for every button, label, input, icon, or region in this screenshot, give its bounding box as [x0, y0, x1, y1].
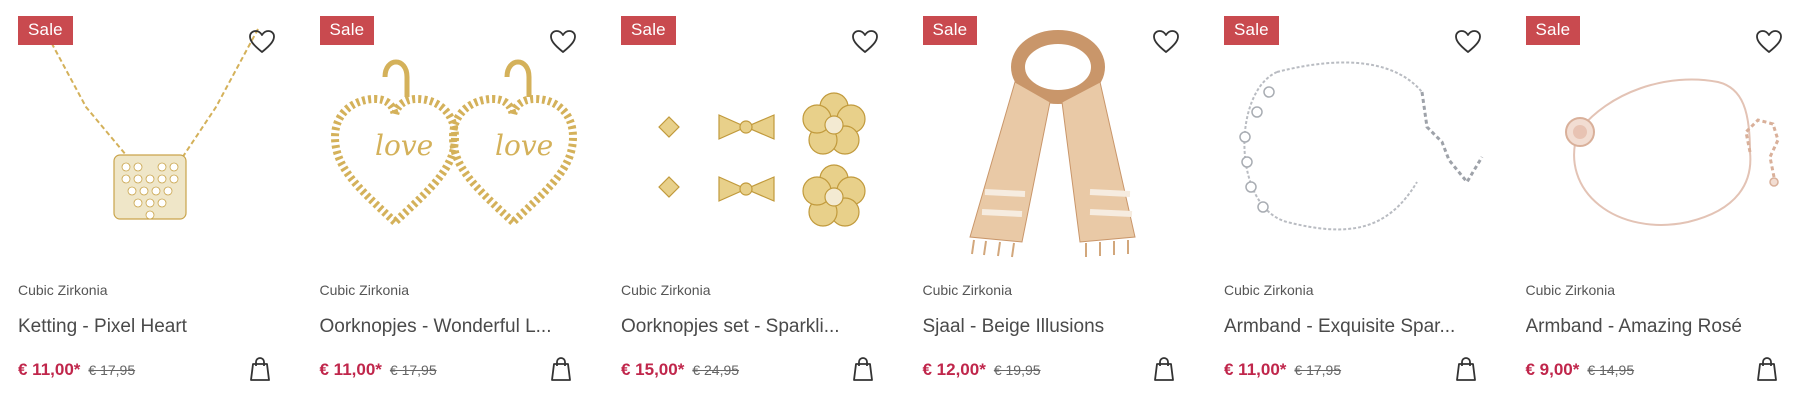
- price-row: € 11,00* € 17,95: [18, 356, 284, 384]
- product-image[interactable]: [1526, 22, 1792, 262]
- original-price: € 17,95: [1294, 362, 1342, 378]
- price-row: € 9,00* € 14,95: [1526, 356, 1792, 384]
- original-price: € 19,95: [993, 362, 1041, 378]
- sale-badge: Sale: [319, 16, 375, 45]
- shopping-bag-icon[interactable]: [1755, 356, 1779, 382]
- product-brand: Cubic Zirkonia: [319, 282, 409, 298]
- heart-outline-icon[interactable]: [851, 28, 879, 56]
- sale-price: € 15,00*: [621, 360, 685, 379]
- product-media[interactable]: Sale: [1525, 0, 1792, 268]
- product-brand: Cubic Zirkonia: [1525, 282, 1615, 298]
- product-media[interactable]: Sale: [1224, 0, 1490, 268]
- product-title[interactable]: Armband - Amazing Rosé: [1526, 316, 1792, 340]
- product-grid: Sale Cubic Zirkonia Ketting - Pixel Hear…: [0, 0, 1809, 400]
- product-image[interactable]: [18, 22, 284, 262]
- product-brand: Cubic Zirkonia: [1224, 282, 1314, 298]
- product-card[interactable]: Sale Cubic Zirkonia Ketting - Pixel Hear…: [0, 0, 302, 400]
- product-brand: Cubic Zirkonia: [18, 282, 108, 298]
- shopping-bag-icon[interactable]: [248, 356, 272, 382]
- shopping-bag-icon[interactable]: [549, 356, 573, 382]
- svg-text:love: love: [495, 129, 553, 162]
- price-row: € 15,00* € 24,95: [621, 356, 887, 384]
- original-price: € 14,95: [1587, 362, 1635, 378]
- shopping-bag-icon[interactable]: [851, 356, 875, 382]
- sale-price: € 11,00*: [1224, 360, 1287, 379]
- heart-outline-icon[interactable]: [248, 28, 276, 56]
- sale-badge: Sale: [922, 16, 978, 45]
- sale-badge: Sale: [1525, 16, 1581, 45]
- sale-badge: Sale: [621, 16, 676, 45]
- shopping-bag-icon[interactable]: [1454, 356, 1478, 382]
- heart-outline-icon[interactable]: [1454, 28, 1482, 56]
- shopping-bag-icon[interactable]: [1152, 356, 1176, 382]
- product-title[interactable]: Sjaal - Beige Illusions: [923, 316, 1189, 340]
- product-card[interactable]: Sale Cubic Zirkonia Armband - Amazing Ro…: [1508, 0, 1809, 400]
- product-title[interactable]: Oorknopjes set - Sparkli...: [621, 316, 887, 340]
- product-image[interactable]: [1224, 22, 1490, 262]
- sale-price: € 12,00*: [922, 360, 986, 379]
- product-title[interactable]: Oorknopjes - Wonderful L...: [320, 316, 586, 340]
- product-brand: Cubic Zirkonia: [621, 282, 711, 298]
- product-brand: Cubic Zirkonia: [922, 282, 1012, 298]
- product-card[interactable]: Sale Cubic Zirkonia Sjaal - Beige Illusi…: [905, 0, 1207, 400]
- product-card[interactable]: Sale Cubic Zirkonia Oorknopjes set - Spa…: [603, 0, 905, 400]
- product-card[interactable]: Sale Cubic Zirkonia Armband - Exquisite …: [1206, 0, 1508, 400]
- svg-text:love: love: [375, 129, 433, 162]
- original-price: € 17,95: [389, 362, 437, 378]
- product-media[interactable]: love love Sale: [319, 0, 586, 268]
- heart-outline-icon[interactable]: [1152, 28, 1180, 56]
- product-image[interactable]: [923, 22, 1189, 262]
- sale-price: € 9,00*: [1525, 360, 1580, 379]
- product-card[interactable]: love love Sale Cubic Zirkonia Oorknopjes…: [302, 0, 604, 400]
- product-image[interactable]: love love: [320, 22, 586, 262]
- price-row: € 11,00* € 17,95: [1224, 356, 1490, 384]
- product-title[interactable]: Armband - Exquisite Spar...: [1224, 316, 1490, 340]
- heart-outline-icon[interactable]: [1755, 28, 1783, 56]
- product-image[interactable]: [621, 22, 887, 262]
- sale-price: € 11,00*: [18, 360, 81, 379]
- original-price: € 24,95: [692, 362, 740, 378]
- price-row: € 12,00* € 19,95: [923, 356, 1189, 384]
- sale-badge: Sale: [18, 16, 73, 45]
- sale-price: € 11,00*: [319, 360, 382, 379]
- price-row: € 11,00* € 17,95: [320, 356, 586, 384]
- product-media[interactable]: Sale: [18, 0, 284, 268]
- original-price: € 17,95: [88, 362, 136, 378]
- product-media[interactable]: Sale: [621, 0, 887, 268]
- product-title[interactable]: Ketting - Pixel Heart: [18, 316, 284, 340]
- sale-badge: Sale: [1224, 16, 1279, 45]
- product-media[interactable]: Sale: [922, 0, 1189, 268]
- heart-outline-icon[interactable]: [549, 28, 577, 56]
